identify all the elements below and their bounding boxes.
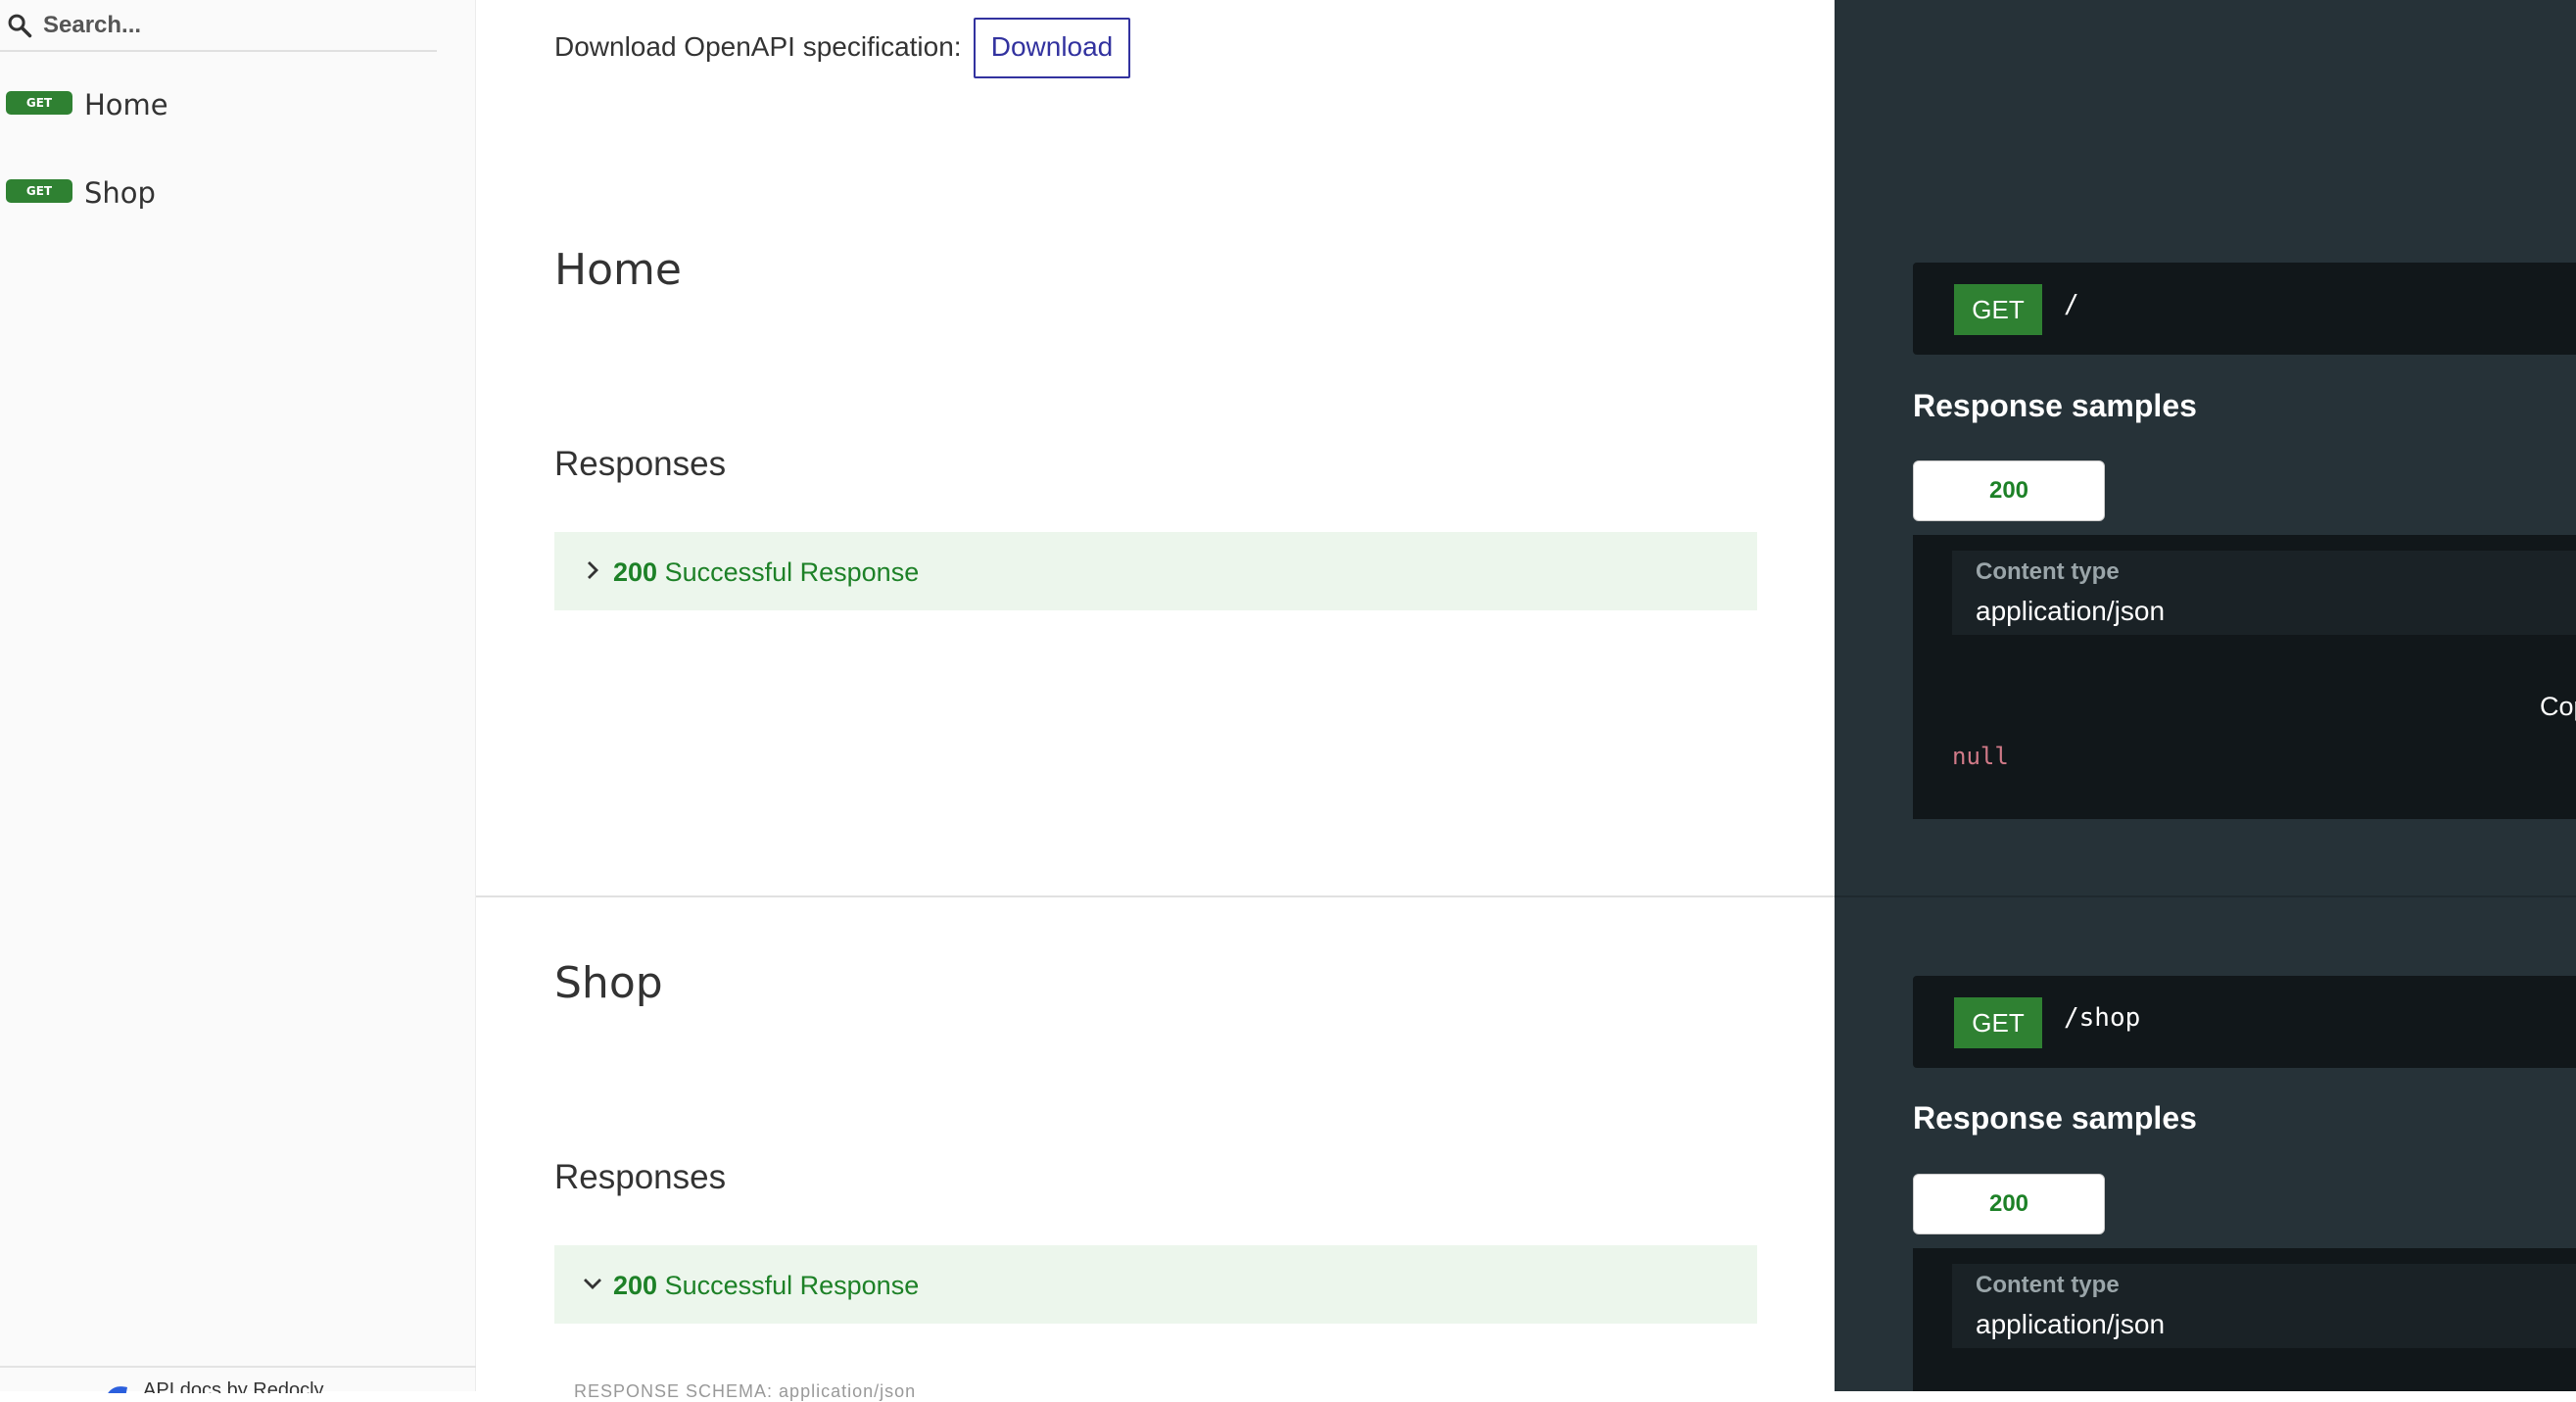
search-icon <box>8 14 32 38</box>
response-schema-caption: RESPONSE SCHEMA: application/json <box>574 1381 917 1401</box>
api-content: Download OpenAPI specification: Download… <box>476 0 1835 1401</box>
response-tab-200[interactable]: 200 <box>1913 1174 2105 1234</box>
samples-panel: GET / Response samples 200 Content type … <box>1835 0 2576 1391</box>
response-row-200[interactable]: 200 Successful Response <box>554 1245 1757 1324</box>
response-code: 200 <box>613 1271 658 1300</box>
search-input[interactable] <box>43 6 425 45</box>
sidebar-item-label: Home <box>84 88 168 121</box>
chevron-down-icon <box>584 1279 601 1289</box>
response-description: Successful Response <box>664 1271 920 1300</box>
endpoint-path: / <box>2064 290 2079 319</box>
responses-heading: Responses <box>554 1158 727 1196</box>
sidebar-footer[interactable]: API docs by Redocly <box>0 1366 476 1393</box>
search-bar <box>0 0 437 52</box>
response-tab-200[interactable]: 200 <box>1913 460 2105 521</box>
response-sample-box: Content type application/json Copy null <box>1913 535 2576 819</box>
sidebar-item-label: Shop <box>84 176 156 210</box>
section-divider <box>1835 895 2576 897</box>
chevron-right-icon <box>588 561 598 579</box>
response-code: 200 <box>613 557 658 587</box>
content-type-value: application/json <box>1976 596 2166 626</box>
response-description: Successful Response <box>664 557 920 587</box>
response-label: 200 Successful Response <box>613 1271 919 1301</box>
responses-heading: Responses <box>554 445 727 483</box>
content-type-selector[interactable]: Content type application/json <box>1952 1264 2576 1348</box>
sidebar-item-home[interactable]: GET Home <box>0 78 476 137</box>
operation-title-home: Home <box>554 245 682 295</box>
response-samples-heading: Response samples <box>1913 1100 2197 1136</box>
copy-button[interactable]: Copy <box>2540 692 2576 722</box>
redocly-logo-icon <box>108 1386 127 1393</box>
response-sample-box: Content type application/json <box>1913 1248 2576 1391</box>
endpoint-method-badge: GET <box>1954 997 2042 1048</box>
download-button[interactable]: Download <box>974 18 1130 78</box>
endpoint-path: /shop <box>2064 1003 2141 1033</box>
section-divider <box>476 895 1835 897</box>
sample-json-value: null <box>1952 743 2009 770</box>
operation-title-shop: Shop <box>554 958 663 1008</box>
get-method-badge: GET <box>6 91 72 115</box>
sidebar: GET Home GET Shop API docs by Redocly <box>0 0 476 1393</box>
download-label: Download OpenAPI specification: <box>554 31 962 62</box>
content-type-label: Content type <box>1976 1272 2120 1298</box>
content-type-value: application/json <box>1976 1309 2166 1339</box>
sidebar-item-shop[interactable]: GET Shop <box>0 167 476 225</box>
response-row-200[interactable]: 200 Successful Response <box>554 532 1757 610</box>
response-label: 200 Successful Response <box>613 557 919 588</box>
response-samples-heading: Response samples <box>1913 388 2197 423</box>
content-type-selector[interactable]: Content type application/json <box>1952 551 2576 635</box>
get-method-badge: GET <box>6 179 72 203</box>
content-type-label: Content type <box>1976 558 2120 585</box>
endpoint-bar[interactable]: GET / <box>1913 263 2576 355</box>
endpoint-method-badge: GET <box>1954 284 2042 335</box>
endpoint-bar[interactable]: GET /shop <box>1913 976 2576 1068</box>
